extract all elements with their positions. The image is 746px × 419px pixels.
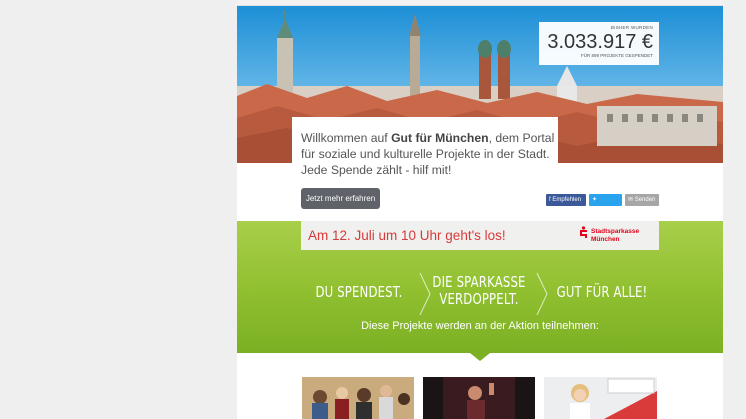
bank-name-line1: Stadtsparkasse [591, 228, 640, 235]
slogan-good-for-all: GUT FÜR ALLE! [556, 283, 648, 301]
main-column: BISHER WURDEN 3.033.917 € FÜR 899 PROJEK… [237, 0, 723, 419]
down-arrow-icon [470, 353, 490, 361]
sparkasse-s-icon [580, 226, 587, 238]
launch-date-text: Am 12. Juli um 10 Uhr geht's los! [308, 228, 506, 243]
twitter-bird-icon: ✦ [592, 197, 598, 203]
project-thumbnail[interactable] [544, 377, 657, 419]
launch-announcement: Am 12. Juli um 10 Uhr geht's los! Stadts… [301, 221, 659, 250]
slogan-you-donate: DU SPENDEST. [315, 283, 403, 301]
envelope-icon: ✉ [628, 197, 634, 203]
campaign-banner: Am 12. Juli um 10 Uhr geht's los! Stadts… [237, 221, 723, 361]
learn-more-button[interactable]: Jetzt mehr erfahren [301, 188, 380, 209]
participating-projects-heading: Diese Projekte werden an der Aktion teil… [361, 320, 599, 332]
slogan-sparkasse-doubles: DIE SPARKASSE VERDOPPELT. [424, 274, 533, 308]
welcome-brand: Gut für München [391, 131, 489, 145]
twitter-label: Twittern [592, 209, 614, 215]
counter-sublabel: FÜR 899 PROJEKTE GESPENDET [580, 53, 653, 58]
welcome-panel: Willkommen auf Gut für München, dem Port… [292, 117, 558, 220]
facebook-recommend-button[interactable]: f Empfehlen [546, 194, 586, 206]
welcome-text: Willkommen auf Gut für München, dem Port… [301, 130, 558, 178]
welcome-text-pre: Willkommen auf [301, 131, 392, 145]
counter-amount: 3.033.917 € [547, 31, 653, 53]
twitter-button[interactable]: ✦ Twittern [589, 194, 622, 215]
chevron-divider-icon [536, 273, 548, 315]
facebook-label: Empfehlen [552, 197, 582, 203]
campaign-slogans: DU SPENDEST. DIE SPARKASSE VERDOPPELT. G… [237, 273, 723, 315]
send-email-button[interactable]: ✉ Senden [625, 194, 659, 206]
bank-name: Stadtsparkasse München [591, 228, 639, 244]
send-label: Senden [634, 197, 656, 203]
slogan-two-line2: VERDOPPELT. [439, 290, 519, 308]
page: BISHER WURDEN 3.033.917 € FÜR 899 PROJEK… [0, 0, 746, 419]
slogan-two-line1: DIE SPARKASSE [432, 273, 526, 291]
sparkasse-logo: Stadtsparkasse München [579, 226, 653, 246]
facebook-icon: f [549, 197, 551, 203]
project-thumbnail[interactable] [423, 377, 535, 419]
bank-name-line2: München [591, 236, 620, 243]
project-thumbnail[interactable] [302, 377, 414, 419]
donation-counter: BISHER WURDEN 3.033.917 € FÜR 899 PROJEK… [539, 22, 659, 65]
